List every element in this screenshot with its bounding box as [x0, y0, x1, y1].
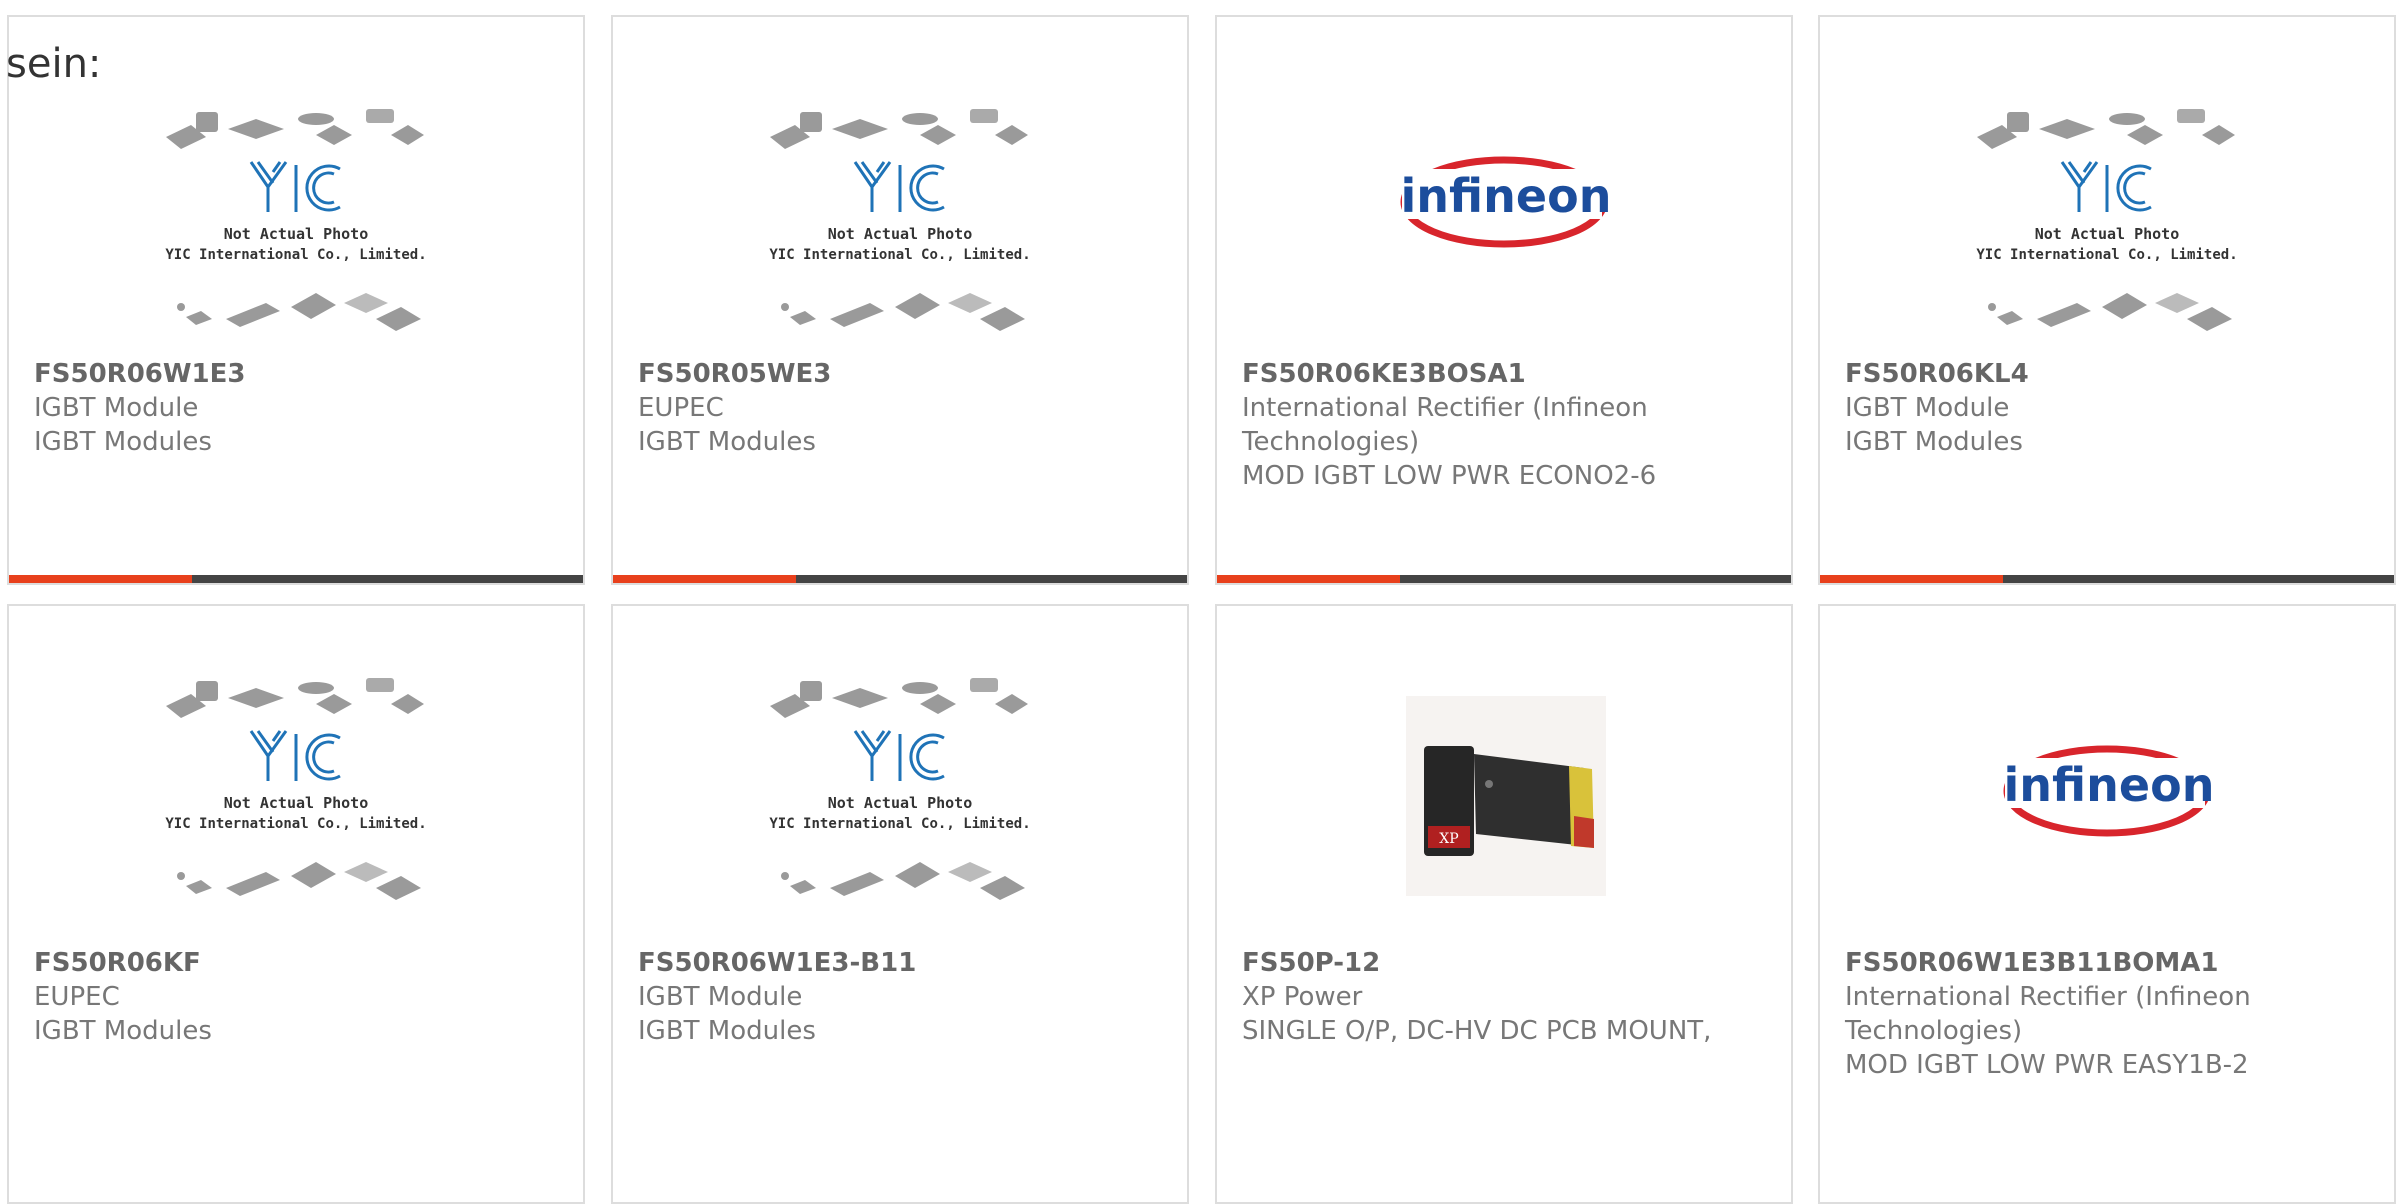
placeholder-line2: YIC International Co., Limited.	[769, 247, 1030, 263]
part-number-link[interactable]: FS50P-12	[1242, 946, 1771, 980]
card-bar	[9, 575, 583, 583]
part-number-link[interactable]: FS50R06KF	[34, 946, 563, 980]
description: IGBT Modules	[638, 1016, 816, 1046]
manufacturer: IGBT Module	[638, 982, 803, 1012]
part-number-link[interactable]: FS50R06W1E3B11BOMA1	[1845, 946, 2374, 980]
description: IGBT Modules	[638, 427, 816, 457]
placeholder-line2: YIC International Co., Limited.	[165, 816, 426, 832]
product-card[interactable]: Not Actual Photo YIC International Co., …	[7, 604, 585, 1204]
power-module-photo: XP	[1406, 696, 1606, 896]
manufacturer: IGBT Module	[1845, 393, 2010, 423]
description: IGBT Modules	[1845, 427, 2023, 457]
yic-placeholder-icon: Not Actual Photo YIC International Co., …	[165, 109, 427, 331]
manufacturer: EUPEC	[34, 982, 120, 1012]
product-card[interactable]: Not Actual Photo YIC International Co., …	[611, 604, 1189, 1204]
description: IGBT Modules	[34, 1016, 212, 1046]
product-info: FS50R06W1E3B11BOMA1 International Rectif…	[1845, 946, 2374, 1082]
product-info: FS50R06KL4 IGBT Module IGBT Modules	[1845, 357, 2374, 459]
yic-placeholder-icon: Not Actual Photo YIC International Co., …	[769, 678, 1031, 900]
manufacturer: International Rectifier (Infineon Techno…	[1242, 393, 1648, 457]
infineon-logo-icon: infineon	[1400, 156, 1612, 248]
part-number-link[interactable]: FS50R06KL4	[1845, 357, 2374, 391]
placeholder-line2: YIC International Co., Limited.	[165, 247, 426, 263]
placeholder-line1: Not Actual Photo	[224, 794, 369, 812]
infineon-logo-text: infineon	[1401, 169, 1612, 223]
product-card[interactable]: Not Actual Photo YIC International Co., …	[1818, 15, 2396, 585]
description: IGBT Modules	[34, 427, 212, 457]
product-card[interactable]: Not Actual Photo YIC International Co., …	[7, 15, 585, 585]
card-bar-accent	[9, 575, 192, 583]
product-grid: Not Actual Photo YIC International Co., …	[0, 0, 2400, 1204]
page-heading: sein:	[6, 41, 102, 87]
product-info: FS50P-12 XP Power SINGLE O/P, DC-HV DC P…	[1242, 946, 1771, 1048]
infineon-logo-icon: infineon	[2003, 745, 2215, 837]
manufacturer: International Rectifier (Infineon Techno…	[1845, 982, 2251, 1046]
infineon-logo-text: infineon	[2004, 758, 2215, 812]
part-number-link[interactable]: FS50R05WE3	[638, 357, 1167, 391]
card-bar-accent	[1217, 575, 1400, 583]
product-card[interactable]: Not Actual Photo YIC International Co., …	[611, 15, 1189, 585]
manufacturer: XP Power	[1242, 982, 1363, 1012]
card-bar-accent	[1820, 575, 2003, 583]
yic-placeholder-icon: Not Actual Photo YIC International Co., …	[1976, 109, 2238, 331]
description: MOD IGBT LOW PWR EASY1B-2	[1845, 1050, 2249, 1080]
description: SINGLE O/P, DC-HV DC PCB MOUNT,	[1242, 1016, 1712, 1046]
part-number-link[interactable]: FS50R06W1E3	[34, 357, 563, 391]
manufacturer: IGBT Module	[34, 393, 199, 423]
card-bar	[1217, 575, 1791, 583]
product-info: FS50R06W1E3-B11 IGBT Module IGBT Modules	[638, 946, 1167, 1048]
placeholder-line1: Not Actual Photo	[2035, 225, 2180, 243]
placeholder-line1: Not Actual Photo	[224, 225, 369, 243]
product-card[interactable]: infineon FS50R06W1E3B11BOMA1 Internation…	[1818, 604, 2396, 1204]
svg-text:XP: XP	[1439, 831, 1458, 847]
product-info: FS50R06W1E3 IGBT Module IGBT Modules	[34, 357, 563, 459]
product-info: FS50R06KE3BOSA1 International Rectifier …	[1242, 357, 1771, 493]
product-card[interactable]: XP FS50P-12 XP Power SINGLE O/P, DC-HV D…	[1215, 604, 1793, 1204]
manufacturer: EUPEC	[638, 393, 724, 423]
placeholder-line2: YIC International Co., Limited.	[769, 816, 1030, 832]
placeholder-line2: YIC International Co., Limited.	[1976, 247, 2237, 263]
placeholder-line1: Not Actual Photo	[828, 794, 973, 812]
part-number-link[interactable]: FS50R06W1E3-B11	[638, 946, 1167, 980]
part-number-link[interactable]: FS50R06KE3BOSA1	[1242, 357, 1771, 391]
yic-placeholder-icon: Not Actual Photo YIC International Co., …	[769, 109, 1031, 331]
card-bar	[1820, 575, 2394, 583]
placeholder-line1: Not Actual Photo	[828, 225, 973, 243]
card-bar	[613, 575, 1187, 583]
yic-placeholder-icon: Not Actual Photo YIC International Co., …	[165, 678, 427, 900]
product-info: FS50R05WE3 EUPEC IGBT Modules	[638, 357, 1167, 459]
description: MOD IGBT LOW PWR ECONO2-6	[1242, 461, 1657, 491]
product-card[interactable]: infineon FS50R06KE3BOSA1 International R…	[1215, 15, 1793, 585]
product-info: FS50R06KF EUPEC IGBT Modules	[34, 946, 563, 1048]
card-bar-accent	[613, 575, 796, 583]
